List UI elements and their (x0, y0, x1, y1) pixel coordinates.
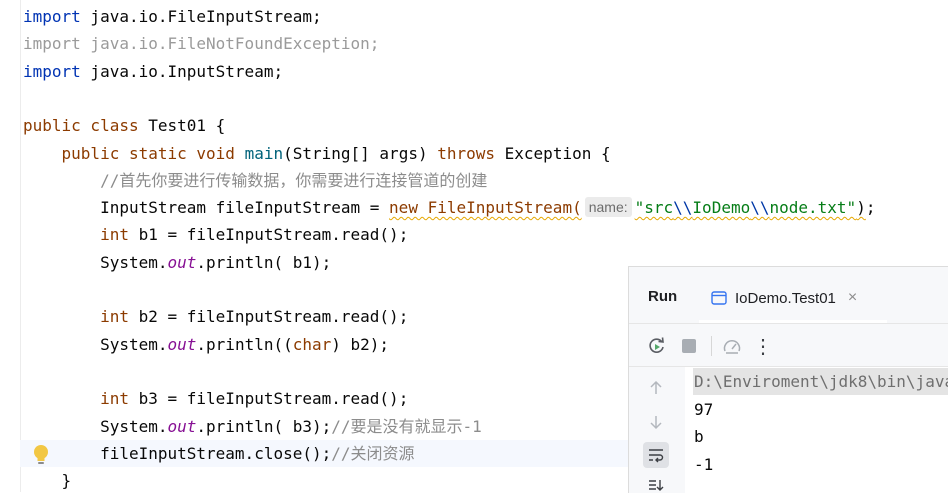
code-token: java.io.FileInputStream; (80, 7, 322, 26)
rerun-icon (649, 337, 664, 353)
code-token: ) (856, 198, 866, 218)
gauge-icon (723, 340, 741, 354)
code-token: InputStream fileInputStream = (23, 198, 390, 218)
console-side-toolbar (629, 367, 685, 493)
close-icon[interactable]: × (848, 289, 857, 307)
code-token: b1 = fileInputStream.read(); (128, 225, 409, 245)
code-token: //要是没有就显示-1 (331, 416, 482, 436)
code-line[interactable]: InputStream fileInputStream = new FileIn… (23, 194, 875, 221)
console-output-line: b (694, 427, 704, 447)
console-output-line: -1 (694, 455, 714, 475)
code-token: int (100, 225, 129, 245)
code-token: b3 = fileInputStream.read(); (128, 389, 409, 409)
scroll-up-button[interactable] (643, 375, 669, 401)
soft-wrap-icon (649, 449, 664, 463)
code-token: throws (437, 143, 496, 163)
parameter-hint: name: (584, 197, 632, 218)
scroll-to-end-toggle[interactable] (643, 473, 669, 499)
code-token: System. (23, 416, 168, 436)
rerun-button[interactable] (645, 334, 669, 358)
code-token: \\ (673, 198, 693, 218)
code-token: "src (634, 198, 674, 218)
lightbulb-icon[interactable] (31, 443, 51, 467)
code-token: public static void (61, 143, 235, 163)
run-toolbar: ⋮ (629, 324, 948, 366)
code-token: java.io.InputStream; (80, 61, 284, 81)
code-token: .println( b1); (196, 252, 332, 272)
code-token: } (23, 471, 72, 491)
code-token: b2 = fileInputStream.read(); (128, 307, 409, 327)
code-line[interactable]: int b2 = fileInputStream.read(); (23, 303, 408, 330)
code-token: .println( b3); (196, 416, 332, 436)
code-line[interactable]: public class Test01 { (23, 112, 225, 139)
scroll-down-button[interactable] (643, 409, 669, 435)
code-token: //首先你要进行传输数据，你需要进行连接管道的创建 (100, 170, 488, 190)
code-token: \\ (750, 198, 770, 218)
code-token: out (167, 252, 197, 272)
code-token: Exception { (495, 143, 611, 163)
run-header: Run IoDemo.Test01 × (629, 267, 948, 323)
arrow-down-icon (650, 416, 662, 430)
editor-gutter (0, 0, 21, 492)
console-output-line: 97 (694, 399, 714, 419)
code-token: Test01 { (138, 116, 226, 136)
code-token: ; (865, 198, 876, 218)
toolbar-divider (711, 336, 712, 356)
code-line[interactable]: } (23, 467, 72, 494)
code-token: new FileInputStream( (389, 198, 582, 218)
console-output[interactable]: D:\Enviroment\jdk8\bin\java.exe 97 b -1 (685, 367, 948, 493)
code-token: public class (23, 116, 139, 136)
code-line[interactable]: import java.io.InputStream; (23, 58, 283, 85)
profiler-button[interactable] (720, 334, 744, 358)
code-token: fileInputStream.close(); (23, 443, 332, 463)
code-line[interactable]: public static void main(String[] args) t… (23, 140, 611, 167)
stop-icon (682, 339, 696, 353)
soft-wrap-toggle[interactable] (643, 442, 669, 468)
code-token: out (167, 416, 197, 436)
code-token: int (100, 307, 129, 327)
code-token: import (23, 7, 81, 26)
code-token: (String[] args) (283, 143, 438, 163)
code-token: //关闭资源 (331, 443, 415, 463)
code-token: out (167, 334, 197, 354)
code-token: int (100, 389, 129, 409)
code-token: import (23, 61, 81, 81)
code-token: System. (23, 334, 168, 354)
more-options-icon[interactable]: ⋮ (751, 334, 775, 358)
code-line[interactable]: //首先你要进行传输数据，你需要进行连接管道的创建 (23, 167, 487, 194)
code-token: node.txt" (769, 198, 857, 218)
code-line[interactable]: int b1 = fileInputStream.read(); (23, 221, 408, 248)
tab-label: IoDemo.Test01 (735, 289, 836, 307)
window-icon (711, 291, 727, 305)
run-tool-window: Run IoDemo.Test01 × ⋮ D:\Enviroment\jdk8… (628, 266, 948, 493)
tab-iodemo-test01[interactable]: IoDemo.Test01 × (711, 288, 857, 308)
code-token: main (244, 143, 284, 163)
arrow-up-icon (650, 380, 662, 394)
code-token: ) b2); (331, 334, 390, 354)
run-title[interactable]: Run (648, 288, 677, 305)
code-token: IoDemo (692, 198, 751, 218)
code-line[interactable]: System.out.println( b3);//要是没有就显示-1 (23, 413, 482, 440)
code-line[interactable]: System.out.println((char) b2); (23, 331, 389, 358)
code-token: import java.io.FileNotFoundException; (23, 34, 380, 54)
code-token: .println(( (196, 334, 293, 354)
code-line[interactable]: System.out.println( b1); (23, 249, 331, 276)
code-token: char (292, 334, 332, 354)
code-line[interactable]: int b3 = fileInputStream.read(); (23, 385, 408, 412)
code-token: System. (23, 252, 168, 272)
code-line[interactable]: import java.io.FileInputStream; (23, 3, 322, 30)
console-command-line: D:\Enviroment\jdk8\bin\java.exe (693, 368, 948, 395)
stop-button[interactable] (677, 334, 701, 358)
code-line[interactable]: import java.io.FileNotFoundException; (23, 30, 379, 57)
